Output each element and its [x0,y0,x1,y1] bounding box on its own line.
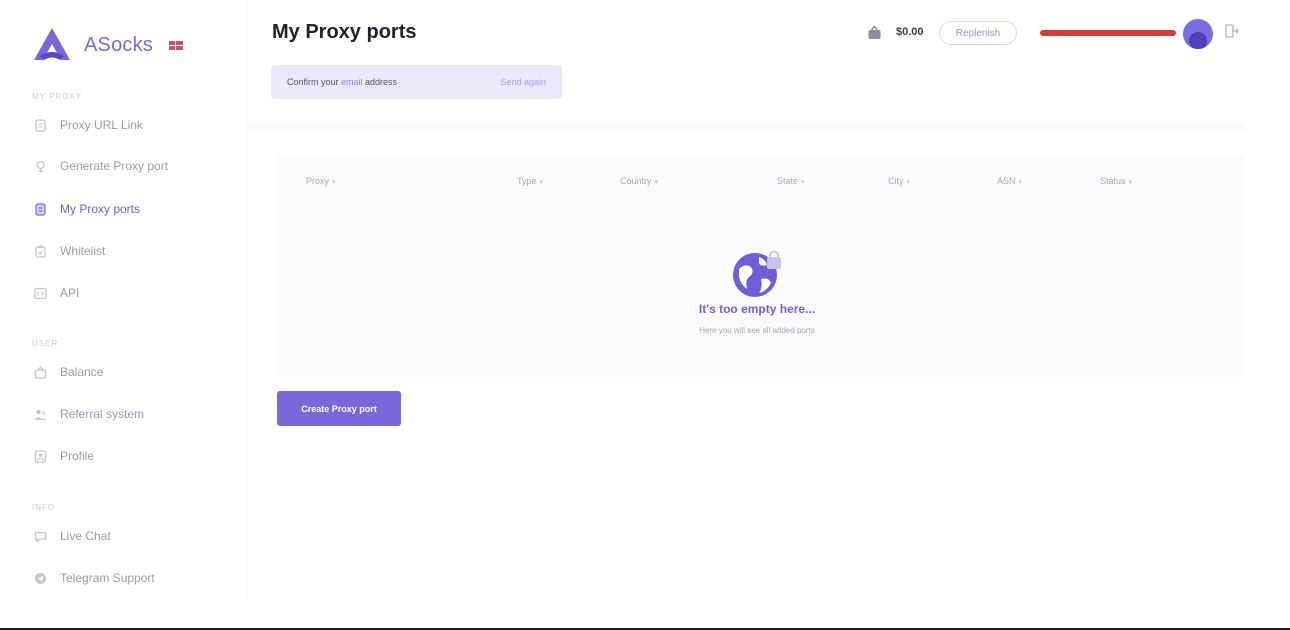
page-title: My Proxy ports [272,21,417,43]
create-proxy-port-button[interactable]: Create Proxy port [277,391,401,426]
column-header-asn[interactable]: ASN ▾ [997,176,1022,186]
column-header-type[interactable]: Type ▾ [517,176,543,186]
sidebar-item-label: Profile [60,449,95,463]
telegram-icon [34,572,47,585]
column-header-state[interactable]: State ▾ [777,176,805,186]
sort-icon: ▾ [539,179,544,186]
send-again-link[interactable]: Send again [500,77,546,87]
sidebar-item-label: Whitelist [60,244,106,258]
column-header-label: Proxy [306,176,330,186]
sidebar-item-my-proxy-ports[interactable]: My Proxy ports [34,199,140,219]
brand-name: ASocks [84,33,154,56]
code-icon [34,287,47,300]
sort-icon: ▾ [1128,179,1133,186]
redacted-username [1040,30,1176,36]
link-icon [34,118,47,132]
server-icon [34,202,47,216]
section-label-user: USER [32,339,59,348]
sidebar-item-whitelist[interactable]: Whitelist [34,241,105,261]
sidebar-item-label: Telegram Support [60,571,155,585]
column-header-label: Country [620,176,652,186]
replenish-button[interactable]: Replenish [939,21,1017,45]
empty-state-subtitle: Here you will see all added ports [699,326,815,335]
section-label-my-proxy: MY PROXY [32,92,83,101]
sidebar-item-label: Live Chat [60,529,111,543]
confirm-email-banner: Confirm your email address Send again [271,65,562,99]
column-header-city[interactable]: City ▾ [888,176,910,186]
column-header-label: Type [517,176,537,186]
sidebar-item-referral-system[interactable]: Referral system [34,404,144,424]
sidebar-item-api[interactable]: API [34,283,79,303]
users-icon [34,408,47,421]
column-header-proxy[interactable]: Proxy ▾ [306,176,336,186]
asocks-logo-icon [34,28,70,60]
sort-icon: ▾ [332,179,336,186]
brand-logo[interactable]: ASocks [30,26,184,64]
column-header-label: City [888,176,904,186]
sidebar-item-proxy-url-link[interactable]: Proxy URL Link [34,115,143,135]
sidebar-item-generate-proxy-port[interactable]: Generate Proxy port [34,156,168,176]
sidebar-item-label: Generate Proxy port [60,159,169,173]
chat-icon [34,530,47,543]
sidebar-item-profile[interactable]: Profile [34,446,94,466]
sidebar-item-balance[interactable]: Balance [34,362,103,382]
section-label-info: INFO [32,503,56,512]
column-header-label: Status [1100,176,1126,186]
clipboard-icon [34,245,47,258]
avatar[interactable] [1183,19,1213,49]
sort-icon: ▾ [906,179,911,186]
sidebar-item-label: My Proxy ports [60,202,141,216]
column-header-label: State [777,176,799,186]
sidebar-item-live-chat[interactable]: Live Chat [34,526,111,546]
sort-icon: ▾ [1018,179,1023,186]
sidebar-item-label: Proxy URL Link [60,118,143,132]
divider [248,122,1246,130]
column-header-country[interactable]: Country ▾ [620,176,658,186]
balance-amount: $0.00 [896,26,924,38]
logout-icon[interactable] [1224,23,1240,39]
banner-text-start: Confirm your [287,77,342,87]
language-flag-icon[interactable] [169,40,184,50]
wallet-icon [34,365,47,379]
column-header-label: ASN [997,176,1016,186]
column-header-status[interactable]: Status ▾ [1100,176,1132,186]
plug-icon [34,160,47,173]
sidebar-item-telegram-support[interactable]: Telegram Support [34,568,155,588]
sidebar: ASocks MY PROXY Proxy URL Link Generate … [0,0,248,600]
sort-icon: ▾ [654,179,659,186]
profile-icon [34,449,47,463]
sidebar-item-label: Referral system [60,407,145,421]
sidebar-item-label: API [60,286,80,300]
wallet-icon [868,25,881,39]
banner-email-link[interactable]: email [341,77,363,87]
banner-text-end: address [362,77,398,87]
globe-lock-icon [733,250,781,297]
sidebar-item-label: Balance [60,365,104,379]
sort-icon: ▾ [801,179,805,186]
empty-state-title: It's too empty here... [698,302,816,316]
